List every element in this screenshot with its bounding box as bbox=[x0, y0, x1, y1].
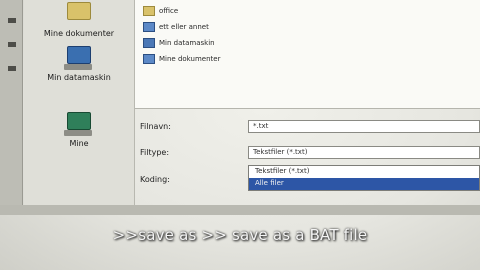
window-bottom-edge bbox=[0, 205, 480, 215]
filetype-select[interactable]: Tekstfiler (*.txt) bbox=[248, 146, 480, 159]
dropdown-option[interactable]: Tekstfiler (*.txt) bbox=[249, 166, 479, 178]
window-left-edge bbox=[0, 0, 23, 212]
list-item[interactable]: ett eller annet bbox=[143, 22, 209, 32]
edge-mark bbox=[8, 66, 16, 71]
filetype-label: Filtype: bbox=[140, 148, 170, 157]
list-item[interactable]: Mine dokumenter bbox=[143, 54, 220, 64]
edge-mark bbox=[8, 18, 16, 23]
edge-mark bbox=[8, 42, 16, 47]
list-item[interactable]: office bbox=[143, 6, 178, 16]
file-name: Min datamaskin bbox=[159, 39, 215, 47]
place-network[interactable]: Mine bbox=[24, 112, 134, 148]
folder-icon bbox=[143, 6, 155, 16]
place-label: Mine bbox=[69, 139, 89, 148]
filename-label: Filnavn: bbox=[140, 122, 171, 131]
place-label: Min datamaskin bbox=[47, 73, 111, 82]
video-caption: >>save as >> save as a BAT file bbox=[112, 226, 368, 244]
place-my-documents[interactable]: Mine dokumenter bbox=[24, 2, 134, 38]
file-name: Mine dokumenter bbox=[159, 55, 221, 63]
documents-folder-icon bbox=[64, 2, 94, 28]
computer-icon bbox=[143, 38, 155, 48]
filetype-dropdown-list[interactable]: Tekstfiler (*.txt) Alle filer bbox=[248, 165, 480, 191]
file-name: office bbox=[159, 7, 179, 15]
place-label: Mine dokumenter bbox=[43, 29, 115, 38]
computer-icon bbox=[64, 46, 94, 72]
dropdown-option-selected[interactable]: Alle filer bbox=[249, 178, 479, 190]
document-icon bbox=[143, 22, 155, 32]
places-sidebar: Mine dokumenter Min datamaskin Mine bbox=[24, 0, 135, 205]
network-icon bbox=[64, 112, 94, 138]
file-list[interactable]: office ett eller annet Min datamaskin Mi… bbox=[135, 0, 480, 109]
filename-field[interactable]: *.txt bbox=[248, 120, 480, 133]
encoding-label: Koding: bbox=[140, 175, 170, 184]
place-my-computer[interactable]: Min datamaskin bbox=[24, 46, 134, 82]
list-item[interactable]: Min datamaskin bbox=[143, 38, 215, 48]
file-name: ett eller annet bbox=[159, 23, 209, 31]
document-icon bbox=[143, 54, 155, 64]
